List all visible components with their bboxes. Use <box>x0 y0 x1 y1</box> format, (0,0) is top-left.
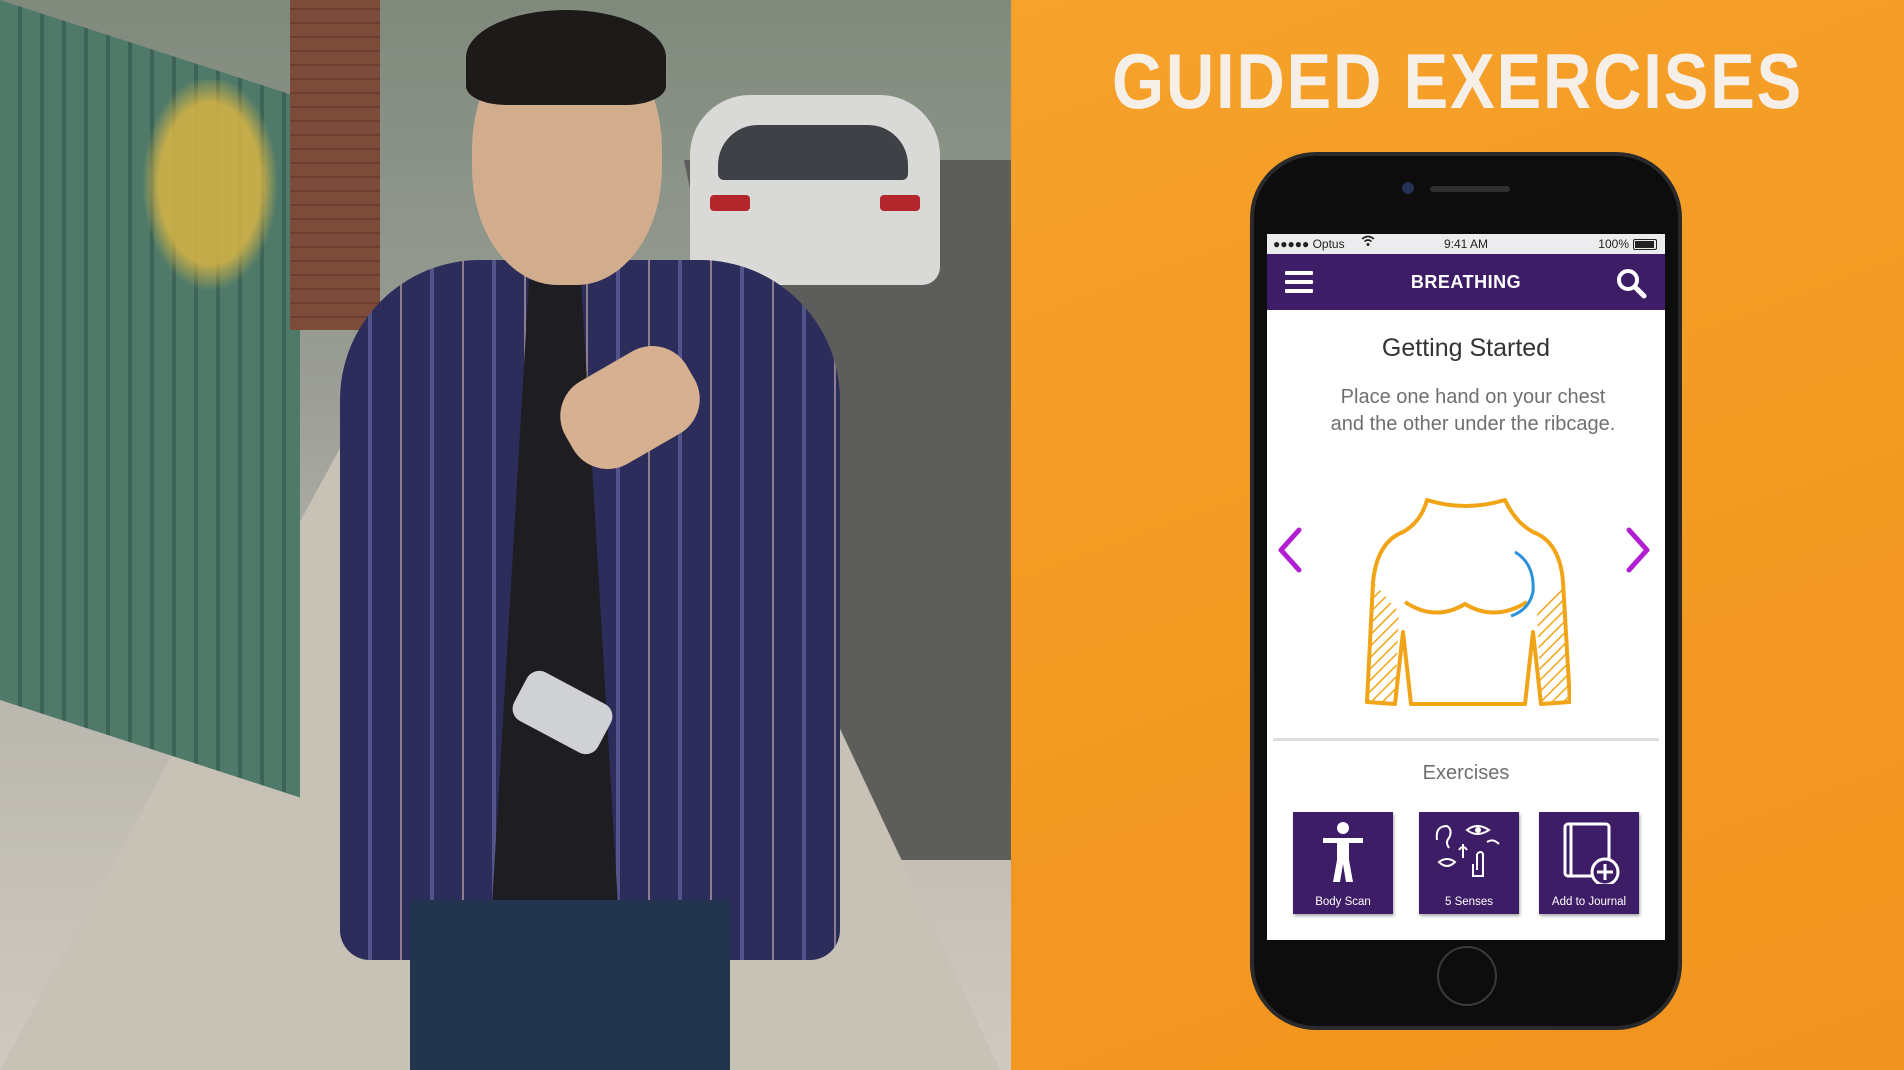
battery-percent: 100% <box>1598 237 1629 251</box>
car-taillight <box>880 195 920 211</box>
phone-mockup: ●●●●● Optus 9:41 AM 100% BREATHING Getti… <box>1254 156 1678 1026</box>
journal-add-icon <box>1539 820 1639 887</box>
person-icon <box>1293 820 1393 884</box>
tile-label: Body Scan <box>1315 896 1371 908</box>
brick-wall <box>290 0 380 330</box>
add-to-journal-button[interactable]: Add to Journal <box>1539 812 1639 914</box>
background-photo <box>0 0 1011 1070</box>
nav-title: BREATHING <box>1410 272 1522 292</box>
graffiti <box>130 80 290 310</box>
parked-car <box>690 95 940 285</box>
tile-label: Add to Journal <box>1551 896 1627 908</box>
earpiece-speaker <box>1430 186 1510 192</box>
phone-screen: ●●●●● Optus 9:41 AM 100% BREATHING Getti… <box>1267 234 1665 940</box>
torso-breathing-illustration <box>1365 492 1572 712</box>
senses-icon <box>1419 820 1519 884</box>
next-arrow-icon[interactable] <box>1623 524 1653 576</box>
tile-label: 5 Senses <box>1445 896 1493 908</box>
person-hair <box>466 10 666 105</box>
previous-arrow-icon[interactable] <box>1275 524 1305 576</box>
five-senses-button[interactable]: 5 Senses <box>1419 812 1519 914</box>
status-bar: ●●●●● Optus 9:41 AM 100% <box>1267 234 1665 254</box>
car-window <box>718 125 908 180</box>
person-jeans <box>410 900 730 1070</box>
page-headline: GUIDED EXERCISES <box>1111 37 1804 125</box>
home-button[interactable] <box>1437 946 1497 1006</box>
app-navbar: BREATHING <box>1267 254 1665 310</box>
content-description: Place one hand on your chest and the oth… <box>1330 386 1616 435</box>
search-icon[interactable] <box>1615 267 1647 299</box>
battery-icon <box>1633 239 1657 250</box>
body-scan-button[interactable]: Body Scan <box>1293 812 1393 914</box>
content-title: Getting Started <box>1381 334 1551 362</box>
exercises-heading: Exercises <box>1422 762 1510 784</box>
car-taillight <box>710 195 750 211</box>
section-divider <box>1273 738 1659 741</box>
exercise-tiles: Body Scan 5 Senses Add to Journal <box>1293 812 1643 916</box>
front-camera <box>1402 182 1414 194</box>
